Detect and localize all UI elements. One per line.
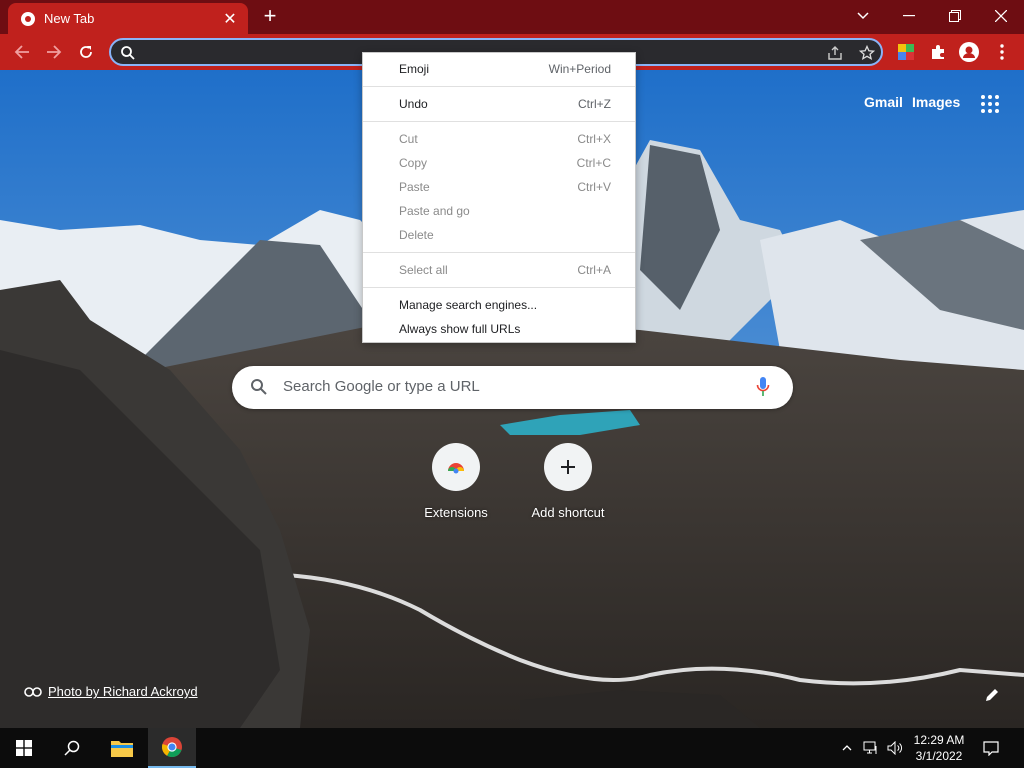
menu-item-label: Select all [399, 263, 448, 277]
ntp-search-box[interactable]: Search Google or type a URL [232, 366, 793, 409]
arrow-left-icon [14, 45, 29, 59]
tab-title: New Tab [44, 11, 95, 26]
profile-avatar-icon[interactable] [958, 41, 980, 63]
chrome-logo-icon [162, 737, 182, 758]
volume-icon[interactable] [884, 728, 906, 768]
notification-center-icon[interactable] [978, 728, 1004, 768]
forward-button[interactable] [42, 40, 66, 64]
menu-item-cut: Cut Ctrl+X [363, 127, 635, 151]
taskbar: 12:29 AM 3/1/2022 [0, 728, 1024, 768]
show-hidden-icons-chevron-icon[interactable] [838, 728, 856, 768]
tab-search-icon[interactable] [848, 4, 878, 28]
link-icon [24, 686, 42, 697]
back-button[interactable] [10, 40, 34, 64]
menu-item-label: Always show full URLs [399, 322, 521, 336]
menu-item-label: Emoji [399, 62, 430, 76]
menu-item-label: Undo [399, 97, 428, 111]
gmail-link[interactable]: Gmail [864, 94, 903, 110]
chrome-web-store-icon [432, 443, 480, 491]
menu-kebab-icon[interactable] [991, 41, 1013, 63]
minimize-button[interactable] [894, 4, 924, 28]
menu-separator [363, 86, 635, 87]
bookmark-star-icon[interactable] [859, 45, 875, 61]
menu-item-paste: Paste Ctrl+V [363, 175, 635, 199]
menu-separator [363, 252, 635, 253]
share-icon[interactable] [827, 45, 843, 61]
menu-item-shortcut: Ctrl+Z [578, 97, 611, 111]
menu-item-label: Cut [399, 132, 418, 146]
menu-item-undo[interactable]: Undo Ctrl+Z [363, 92, 635, 116]
tab-new-tab[interactable]: New Tab ✕ [8, 3, 248, 34]
plus-icon [544, 443, 592, 491]
start-button[interactable] [0, 728, 48, 768]
menu-item-shortcut: Win+Period [548, 62, 611, 76]
menu-item-manage-search-engines[interactable]: Manage search engines... [363, 293, 635, 317]
reload-button[interactable] [74, 40, 98, 64]
search-icon [64, 740, 80, 756]
menu-item-always-show-full-urls[interactable]: Always show full URLs [363, 317, 635, 341]
close-window-button[interactable] [986, 4, 1016, 28]
reload-icon [80, 46, 92, 58]
menu-item-label: Paste and go [399, 204, 470, 218]
menu-item-shortcut: Ctrl+V [577, 180, 611, 194]
add-shortcut-button[interactable]: Add shortcut [512, 443, 624, 520]
apps-grid-icon[interactable] [980, 94, 1000, 114]
menu-item-select-all: Select all Ctrl+A [363, 258, 635, 282]
folder-icon [111, 741, 133, 757]
tab-close-icon[interactable]: ✕ [218, 9, 242, 29]
restore-button[interactable] [940, 4, 970, 28]
menu-item-delete: Delete [363, 223, 635, 247]
menu-separator [363, 121, 635, 122]
menu-item-label: Paste [399, 180, 430, 194]
file-explorer-button[interactable] [98, 728, 146, 768]
menu-item-label: Manage search engines... [399, 298, 538, 312]
extension-colorful-icon[interactable] [895, 41, 917, 63]
shortcut-label: Add shortcut [531, 505, 605, 520]
clock-date: 3/1/2022 [915, 749, 963, 763]
shortcut-extensions[interactable]: Extensions [400, 443, 512, 520]
menu-item-label: Delete [399, 228, 434, 242]
clock-time: 12:29 AM [913, 733, 965, 747]
search-icon [121, 46, 135, 60]
context-menu: Emoji Win+Period Undo Ctrl+Z Cut Ctrl+X … [362, 52, 636, 343]
chrome-logo-icon [21, 11, 35, 26]
microphone-icon[interactable] [756, 376, 770, 398]
new-tab-button[interactable]: + [258, 5, 282, 29]
search-placeholder: Search Google or type a URL [283, 378, 480, 395]
search-icon [251, 379, 267, 395]
images-link[interactable]: Images [912, 94, 960, 110]
customize-pencil-icon[interactable] [984, 687, 1000, 703]
menu-item-shortcut: Ctrl+X [577, 132, 611, 146]
taskbar-search-button[interactable] [48, 728, 96, 768]
network-icon[interactable] [861, 728, 881, 768]
menu-item-shortcut: Ctrl+A [577, 263, 611, 277]
menu-separator [363, 287, 635, 288]
extensions-puzzle-icon[interactable] [927, 41, 949, 63]
windows-logo-icon [16, 740, 32, 756]
menu-item-shortcut: Ctrl+C [576, 156, 611, 170]
menu-item-emoji[interactable]: Emoji Win+Period [363, 57, 635, 81]
menu-item-label: Copy [399, 156, 428, 170]
tab-strip: New Tab ✕ + [0, 0, 1024, 34]
photo-attribution[interactable]: Photo by Richard Ackroyd [24, 684, 198, 699]
arrow-right-icon [47, 45, 62, 59]
attribution-link[interactable]: Photo by Richard Ackroyd [48, 684, 198, 699]
taskbar-clock[interactable]: 12:29 AM 3/1/2022 [910, 732, 968, 764]
menu-item-copy: Copy Ctrl+C [363, 151, 635, 175]
shortcut-label: Extensions [424, 505, 488, 520]
chrome-taskbar-button[interactable] [148, 728, 196, 768]
menu-item-paste-and-go: Paste and go [363, 199, 635, 223]
